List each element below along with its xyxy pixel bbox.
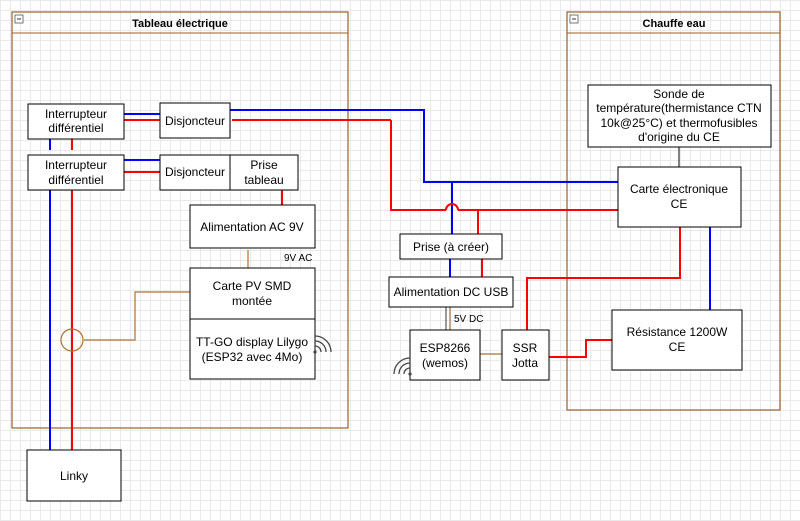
svg-text:TT-GO display Lilygo(ESP32 ave: TT-GO display Lilygo (ESP32 avec 4Mo) — [196, 335, 308, 364]
box-label: différentiel — [48, 121, 103, 135]
box-label: CE — [669, 340, 686, 354]
box-label: Résistance 1200W — [627, 325, 728, 339]
label-5v-dc: 5V DC — [454, 314, 483, 325]
box-label: Sonde de — [653, 87, 705, 101]
box-prise-a-creer[interactable]: Prise (à créer) — [399, 233, 503, 260]
box-label: Linky — [60, 469, 88, 483]
svg-text:SSRJotta: SSR Jotta — [512, 341, 538, 370]
box-label: Interrupteur — [45, 107, 107, 121]
box-linky[interactable]: Linky — [26, 449, 122, 502]
svg-text:Interrupteurdifférentiel: Interrupteur différentiel — [45, 158, 107, 187]
box-carte-pv-smd[interactable]: Carte PV SMD montée — [189, 267, 316, 320]
box-label: Alimentation AC 9V — [200, 220, 303, 234]
box-label: (ESP32 avec 4Mo) — [202, 350, 303, 364]
box-label: d'origine du CE — [638, 130, 720, 144]
box-label: Jotta — [512, 356, 538, 370]
box-interrupteur-differentiel-2[interactable]: Interrupteur différentiel — [27, 154, 125, 191]
wifi-icon — [393, 357, 412, 376]
box-label: TT-GO display Lilygo — [196, 335, 308, 349]
diagram-canvas: Tableau électrique Chauffe eau Interrupt… — [11, 11, 781, 502]
box-label: température(thermistance CTN — [596, 101, 761, 115]
label-9v-ac: 9V AC — [284, 253, 312, 264]
collapse-icon[interactable] — [14, 14, 24, 24]
box-interrupteur-differentiel-1[interactable]: Interrupteur différentiel — [27, 103, 125, 140]
box-ttgo-display[interactable]: TT-GO display Lilygo (ESP32 avec 4Mo) — [189, 318, 316, 380]
container-title-chauffe-eau: Chauffe eau — [643, 18, 706, 30]
wifi-icon — [313, 335, 332, 354]
box-label: Alimentation DC USB — [394, 285, 509, 299]
box-label: tableau — [244, 173, 283, 187]
box-label: Carte électronique — [630, 182, 728, 196]
box-label: (wemos) — [422, 356, 468, 370]
box-label: 10k@25°C) et thermofusibles — [600, 116, 757, 130]
box-disjoncteur-2[interactable]: Disjoncteur — [159, 154, 231, 191]
box-label: Prise (à créer) — [413, 240, 489, 254]
box-label: Interrupteur — [45, 158, 107, 172]
box-ssr-jotta[interactable]: SSR Jotta — [501, 329, 550, 381]
collapse-icon[interactable] — [569, 14, 579, 24]
box-label: montée — [232, 294, 272, 308]
box-label: différentiel — [48, 173, 103, 187]
box-alimentation-dc-usb[interactable]: Alimentation DC USB — [388, 276, 514, 308]
svg-text:Interrupteurdifférentiel: Interrupteur différentiel — [45, 107, 107, 135]
box-label: Carte PV SMD — [213, 279, 292, 293]
box-label: Prise — [250, 158, 278, 172]
box-disjoncteur-1[interactable]: Disjoncteur — [159, 102, 231, 139]
box-prise-tableau[interactable]: Prise tableau — [229, 154, 299, 191]
box-label: SSR — [513, 341, 538, 355]
box-esp8266[interactable]: ESP8266 (wemos) — [409, 329, 481, 381]
box-sonde-temperature[interactable]: Sonde de température(thermistance CTN 10k@… — [587, 84, 772, 148]
box-label: Disjoncteur — [165, 165, 225, 179]
container-title-tableau: Tableau électrique — [132, 18, 228, 30]
box-label: Disjoncteur — [165, 114, 225, 128]
wires-blue — [49, 109, 711, 450]
box-alimentation-ac-9v[interactable]: Alimentation AC 9V — [189, 204, 316, 249]
box-label: ESP8266 — [420, 341, 471, 355]
box-resistance-1200w[interactable]: Résistance 1200W CE — [611, 309, 743, 371]
box-label: CE — [671, 197, 688, 211]
svg-text:ESP8266(wemos): ESP8266 (wemos) — [420, 341, 471, 370]
box-carte-electronique-ce[interactable]: Carte électronique CE — [617, 166, 742, 228]
